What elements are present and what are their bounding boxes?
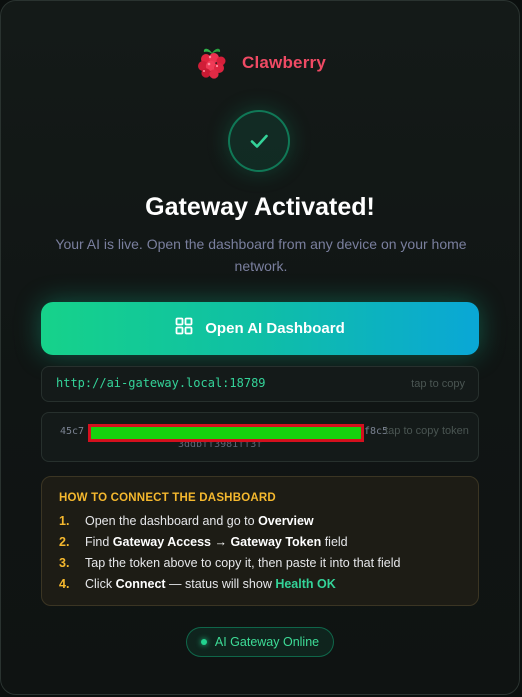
gateway-status-badge: AI Gateway Online: [186, 627, 334, 657]
url-copy-hint: tap to copy: [411, 378, 465, 390]
status-label: AI Gateway Online: [214, 635, 320, 649]
gateway-url-value: http://ai-gateway.local:18789: [56, 376, 266, 390]
token-copy-hint: tap to copy token: [385, 425, 469, 437]
gateway-card: Clawberry Gateway Activated! Your AI is …: [0, 0, 520, 695]
instruction-step: 2. Find Gateway Access → Gateway Token fi…: [59, 535, 348, 549]
gateway-url-field[interactable]: http://ai-gateway.local:18789 tap to cop…: [41, 366, 479, 402]
instruction-step: 3. Tap the token above to copy it, then p…: [59, 556, 401, 570]
brand-header: Clawberry: [1, 45, 519, 81]
health-ok-text: Health OK: [275, 577, 336, 591]
instruction-step: 4. Click Connect — status will show Healt…: [59, 577, 336, 591]
step-number: 2.: [59, 535, 70, 549]
step-text-end: — status will show: [165, 577, 276, 591]
step-text-end: field: [321, 535, 348, 549]
step-bold-text: Connect: [115, 577, 166, 591]
token-visible-start: 45c7: [60, 426, 85, 437]
step-text: Click: [85, 577, 116, 591]
step-text: Open the dashboard and go to: [85, 514, 259, 528]
step-number: 1.: [59, 514, 70, 528]
step-bold-text: Gateway Access → Gateway Token: [112, 535, 322, 549]
brand-name: Clawberry: [241, 53, 326, 72]
checkmark-icon: [228, 110, 290, 172]
gateway-token-field[interactable]: 45c7 3ddbff3981ff3f f8c5 tap to copy tok…: [41, 412, 479, 462]
status-dot-icon: [200, 639, 207, 645]
instructions-title: HOW TO CONNECT THE DASHBOARD: [59, 492, 276, 504]
connect-instructions: HOW TO CONNECT THE DASHBOARD 1. Open the …: [41, 476, 479, 606]
page-subtitle: Your AI is live. Open the dashboard from…: [55, 236, 467, 274]
step-text: Find: [85, 535, 113, 549]
grid-icon: [175, 317, 193, 340]
token-redaction-box: [88, 424, 364, 442]
step-bold-text: Overview: [258, 514, 314, 528]
step-text: Tap the token above to copy it, then pas…: [85, 556, 401, 570]
instruction-step: 1. Open the dashboard and go to Overview: [59, 514, 314, 528]
step-number: 3.: [59, 556, 70, 570]
page-title: Gateway Activated!: [145, 193, 375, 221]
step-number: 4.: [59, 577, 70, 591]
open-dashboard-label: Open AI Dashboard: [205, 320, 345, 337]
raspberry-icon: [194, 45, 230, 81]
open-dashboard-button[interactable]: Open AI Dashboard: [41, 302, 479, 355]
